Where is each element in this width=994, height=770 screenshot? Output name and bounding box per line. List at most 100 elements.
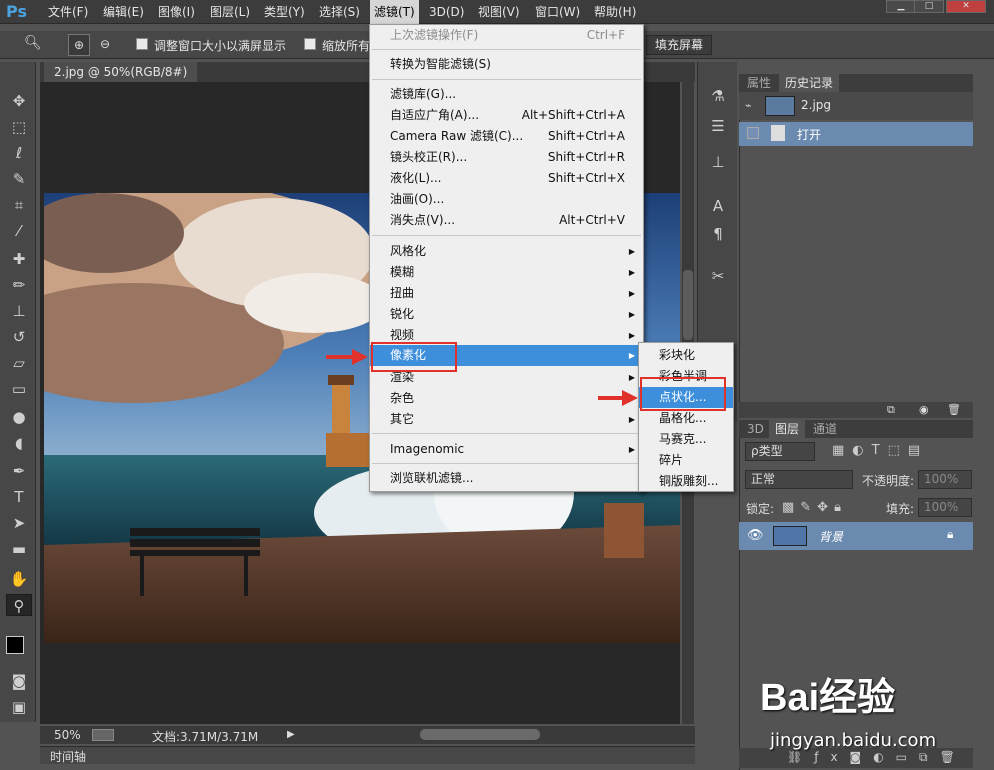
tab-3d[interactable]: 3D [741,420,770,438]
menu-item-vanishing-point[interactable]: 消失点(V)... Alt+Ctrl+V [370,210,643,231]
menu-window[interactable]: 窗口(W) [531,0,584,24]
healing-brush-icon[interactable]: ✚ [6,248,32,270]
status-bar: 50% 文档:3.71M/3.71M ▶ [40,726,695,744]
menu-layer[interactable]: 图层(L) [206,0,254,24]
tab-layers[interactable]: 图层 [769,420,806,438]
character-icon[interactable]: A [706,194,730,218]
gradient-tool-icon[interactable]: ▭ [6,378,32,400]
adjustment-icon[interactable]: ⚗ [706,84,730,108]
zoom-tool-icon[interactable]: ⚲ [6,594,32,616]
zoom-in-icon[interactable]: ⊕ [68,34,90,56]
camera-icon[interactable]: ◉ [919,403,929,416]
resize-window-checkbox[interactable] [136,38,148,50]
marquee-tool-icon[interactable]: ⬚ [6,116,32,138]
menu-item-browse-online[interactable]: 浏览联机滤镜... [370,468,643,489]
menu-file[interactable]: 文件(F) [44,0,92,24]
menu-view[interactable]: 视图(V) [474,0,524,24]
brush-tool-icon[interactable]: ✏ [6,274,32,296]
submenu-item-facet[interactable]: 彩块化 [639,345,733,366]
quick-select-icon[interactable]: ✎ [6,168,32,190]
trash-icon[interactable]: 🗑︎ [947,403,961,416]
tab-channels[interactable]: 通道 [807,420,843,438]
menu-item-liquify[interactable]: 液化(L)... Shift+Ctrl+X [370,168,643,189]
opacity-input[interactable]: 100% [918,470,972,489]
history-brush-source-icon[interactable]: ⌁ [745,99,759,113]
foreground-color-swatch[interactable] [6,636,24,654]
shape-tool-icon[interactable]: ▬ [6,538,32,560]
layer-filter-select[interactable]: ρ类型 [745,442,815,461]
tab-history[interactable]: 历史记录 [779,74,840,92]
menu-item-sharpen[interactable]: 锐化 ▶ [370,304,643,325]
timeline-label[interactable]: 时间轴 [50,748,86,765]
tools-preset-icon[interactable]: ✂ [706,264,730,288]
menu-item-other[interactable]: 其它 ▶ [370,409,643,430]
new-document-icon[interactable]: ⧉ [887,403,895,417]
history-snapshot-row[interactable]: ⌁ 2.jpg [739,92,973,120]
minimize-icon[interactable]: ▁ [886,0,916,13]
zoom-all-checkbox[interactable] [304,38,316,50]
path-select-icon[interactable]: ➤ [6,512,32,534]
status-menu-arrow-icon[interactable]: ▶ [287,728,297,742]
zoom-out-icon[interactable]: ⊖ [94,34,116,56]
close-icon[interactable]: ✕ [946,0,986,13]
menu-item-distort[interactable]: 扭曲 ▶ [370,283,643,304]
menu-image[interactable]: 图像(I) [154,0,199,24]
menu-item-blur[interactable]: 模糊 ▶ [370,262,643,283]
menu-item-convert-smart[interactable]: 转换为智能滤镜(S) [370,54,643,75]
menu-filter[interactable]: 滤镜(T) [370,0,419,24]
crop-tool-icon[interactable]: ⌗ [6,194,32,216]
pen-tool-icon[interactable]: ✒ [6,460,32,482]
history-brush-icon[interactable]: ↺ [6,326,32,348]
vertical-scroll-thumb[interactable] [683,270,693,340]
eraser-tool-icon[interactable]: ▱ [6,352,32,374]
hand-tool-icon[interactable]: ✋ [6,568,32,590]
menu-item-camera-raw[interactable]: Camera Raw 滤镜(C)... Shift+Ctrl+A [370,126,643,147]
tab-properties[interactable]: 属性 [741,74,777,92]
align-icon[interactable]: ⊥ [706,150,730,174]
eyedropper-icon[interactable]: ⁄ [6,220,32,242]
proof-icon[interactable] [92,729,114,741]
menu-3d[interactable]: 3D(D) [425,0,468,24]
sliders-icon[interactable]: ☰ [706,114,730,138]
blend-mode-select[interactable]: 正常 [745,470,853,489]
layer-filter-icons[interactable]: ▦◐T⬚▤ [832,443,928,458]
layer-row-background[interactable]: 👁︎ 背景 🔒︎ [739,522,973,550]
restore-icon[interactable]: □ [914,0,944,13]
menu-item-adaptive-wide[interactable]: 自适应广角(A)... Alt+Shift+Ctrl+A [370,105,643,126]
lock-icons[interactable]: ▩✎✥🔒︎ [782,500,847,515]
submenu-item-mezzotint[interactable]: 铜版雕刻... [639,471,733,492]
submenu-item-mosaic[interactable]: 马赛克... [639,429,733,450]
menu-item-oil-paint[interactable]: 油画(O)... [370,189,643,210]
zoom-tool-icon[interactable]: 🔍︎ [24,35,50,55]
history-step-checkbox[interactable] [747,127,759,139]
zoom-level[interactable]: 50% [54,728,81,742]
history-step-row[interactable]: 打开 [739,122,973,146]
stamp-tool-icon[interactable]: ⊥ [6,300,32,322]
menu-item-filter-gallery[interactable]: 滤镜库(G)... [370,84,643,105]
visibility-eye-icon[interactable]: 👁︎ [747,528,764,543]
document-tab[interactable]: 2.jpg @ 50%(RGB/8#) [44,62,198,82]
move-tool-icon[interactable]: ✥ [6,90,32,112]
submenu-item-fragment[interactable]: 碎片 [639,450,733,471]
menu-item-stylize[interactable]: 风格化 ▶ [370,241,643,262]
menu-edit[interactable]: 编辑(E) [99,0,148,24]
menu-item-imagenomic[interactable]: Imagenomic ▶ [370,439,643,460]
annotation-box-pixelate [371,342,457,372]
menu-select[interactable]: 选择(S) [315,0,364,24]
paragraph-icon[interactable]: ¶ [706,222,730,246]
lasso-tool-icon[interactable]: ℓ [6,142,32,164]
dodge-tool-icon[interactable]: ◖ [6,432,32,454]
fill-input[interactable]: 100% [918,498,972,517]
menu-item-last-filter[interactable]: 上次滤镜操作(F) Ctrl+F [370,25,643,46]
menu-help[interactable]: 帮助(H) [590,0,640,24]
submenu-item-crystallize[interactable]: 晶格化... [639,408,733,429]
layer-name[interactable]: 背景 [819,528,843,545]
fill-screen-button[interactable]: 填充屏幕 [646,35,713,55]
type-tool-icon[interactable]: T [6,486,32,508]
menu-type[interactable]: 类型(Y) [260,0,309,24]
quick-mask-icon[interactable]: ◙ [6,670,32,692]
blur-tool-icon[interactable]: ● [6,406,32,428]
menu-item-lens-correction[interactable]: 镜头校正(R)... Shift+Ctrl+R [370,147,643,168]
horizontal-scroll-thumb[interactable] [420,729,540,740]
screen-mode-icon[interactable]: ▣ [6,696,32,718]
